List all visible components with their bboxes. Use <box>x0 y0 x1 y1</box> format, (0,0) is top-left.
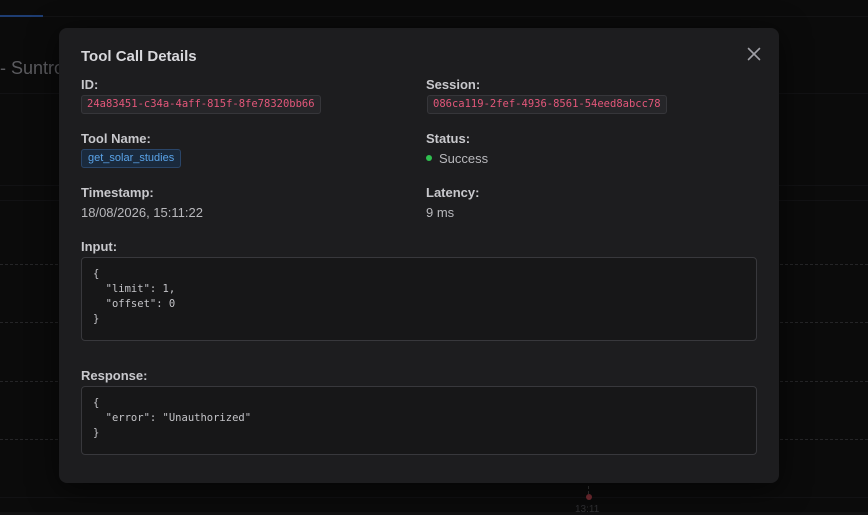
modal-title: Tool Call Details <box>81 48 197 65</box>
response-code-block[interactable]: { "error": "Unauthorized" } <box>81 386 757 455</box>
close-icon <box>747 47 761 61</box>
session-label: Session: <box>426 77 481 92</box>
tool-name-badge: get_solar_studies <box>81 149 182 168</box>
close-button[interactable] <box>745 45 763 63</box>
status-label: Status: <box>426 131 471 146</box>
response-label: Response: <box>81 368 148 383</box>
id-value: 24a83451-c34a-4aff-815f-8fe78320bb66 <box>81 95 321 114</box>
tool-name-label: Tool Name: <box>81 131 151 146</box>
latency-label: Latency: <box>426 185 480 200</box>
input-label: Input: <box>81 239 118 254</box>
latency-value: 9 ms <box>426 205 455 220</box>
timestamp-label: Timestamp: <box>81 185 154 200</box>
tool-call-details-modal: Tool Call Details ID: 24a83451-c34a-4aff… <box>59 28 779 483</box>
status-value: Success <box>439 151 489 166</box>
id-label: ID: <box>81 77 99 92</box>
input-code-block[interactable]: { "limit": 1, "offset": 0 } <box>81 257 757 341</box>
status-dot-icon <box>426 155 432 161</box>
session-value: 086ca119-2fef-4936-8561-54eed8abcc78 <box>427 95 667 114</box>
timestamp-value: 18/08/2026, 15:11:22 <box>81 205 203 220</box>
